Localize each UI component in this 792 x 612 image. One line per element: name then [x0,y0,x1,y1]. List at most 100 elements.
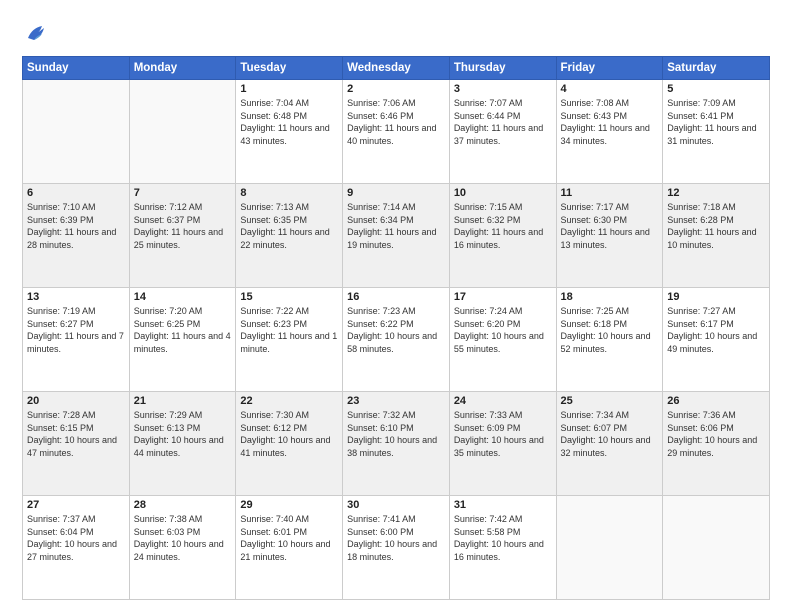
day-detail: Sunrise: 7:20 AM Sunset: 6:25 PM Dayligh… [134,305,232,355]
calendar-cell: 4 Sunrise: 7:08 AM Sunset: 6:43 PM Daylig… [556,80,663,184]
day-number: 19 [667,291,765,303]
day-detail: Sunrise: 7:17 AM Sunset: 6:30 PM Dayligh… [561,201,659,251]
day-number: 11 [561,187,659,199]
day-number: 22 [240,395,338,407]
calendar-cell: 2 Sunrise: 7:06 AM Sunset: 6:46 PM Daylig… [343,80,450,184]
calendar-cell: 10 Sunrise: 7:15 AM Sunset: 6:32 PM Dayli… [449,184,556,288]
day-detail: Sunrise: 7:19 AM Sunset: 6:27 PM Dayligh… [27,305,125,355]
weekday-header-thursday: Thursday [449,57,556,80]
logo-bird-icon [22,18,50,46]
day-number: 6 [27,187,125,199]
week-row-1: 1 Sunrise: 7:04 AM Sunset: 6:48 PM Daylig… [23,80,770,184]
calendar-cell: 31Sunrise: 7:42 AM Sunset: 5:58 PM Dayli… [449,496,556,600]
day-number: 17 [454,291,552,303]
calendar-cell: 27 Sunrise: 7:37 AM Sunset: 6:04 PM Dayli… [23,496,130,600]
calendar-cell: 29 Sunrise: 7:40 AM Sunset: 6:01 PM Dayli… [236,496,343,600]
day-detail: Sunrise: 7:08 AM Sunset: 6:43 PM Dayligh… [561,97,659,147]
weekday-header-wednesday: Wednesday [343,57,450,80]
day-number: 2 [347,83,445,95]
calendar-cell: 26 Sunrise: 7:36 AM Sunset: 6:06 PM Dayli… [663,392,770,496]
day-number: 3 [454,83,552,95]
day-detail: Sunrise: 7:25 AM Sunset: 6:18 PM Dayligh… [561,305,659,355]
day-detail: Sunrise: 7:34 AM Sunset: 6:07 PM Dayligh… [561,409,659,459]
calendar-table: SundayMondayTuesdayWednesdayThursdayFrid… [22,56,770,600]
day-number: 15 [240,291,338,303]
day-detail: Sunrise: 7:24 AM Sunset: 6:20 PM Dayligh… [454,305,552,355]
calendar-cell: 19 Sunrise: 7:27 AM Sunset: 6:17 PM Dayli… [663,288,770,392]
day-detail: Sunrise: 7:23 AM Sunset: 6:22 PM Dayligh… [347,305,445,355]
calendar-cell: 28Sunrise: 7:38 AM Sunset: 6:03 PM Dayli… [129,496,236,600]
week-row-4: 20Sunrise: 7:28 AM Sunset: 6:15 PM Dayli… [23,392,770,496]
day-detail: Sunrise: 7:04 AM Sunset: 6:48 PM Dayligh… [240,97,338,147]
day-detail: Sunrise: 7:38 AM Sunset: 6:03 PM Dayligh… [134,513,232,563]
calendar-cell: 3 Sunrise: 7:07 AM Sunset: 6:44 PM Daylig… [449,80,556,184]
day-number: 13 [27,291,125,303]
day-number: 4 [561,83,659,95]
day-number: 9 [347,187,445,199]
day-number: 23 [347,395,445,407]
calendar-cell [23,80,130,184]
week-row-5: 27 Sunrise: 7:37 AM Sunset: 6:04 PM Dayli… [23,496,770,600]
day-number: 29 [240,499,338,511]
day-number: 21 [134,395,232,407]
week-row-3: 13 Sunrise: 7:19 AM Sunset: 6:27 PM Dayli… [23,288,770,392]
day-detail: Sunrise: 7:41 AM Sunset: 6:00 PM Dayligh… [347,513,445,563]
day-detail: Sunrise: 7:10 AM Sunset: 6:39 PM Dayligh… [27,201,125,251]
day-detail: Sunrise: 7:37 AM Sunset: 6:04 PM Dayligh… [27,513,125,563]
calendar-cell: 23 Sunrise: 7:32 AM Sunset: 6:10 PM Dayli… [343,392,450,496]
day-number: 18 [561,291,659,303]
calendar-cell: 17 Sunrise: 7:24 AM Sunset: 6:20 PM Dayli… [449,288,556,392]
day-number: 1 [240,83,338,95]
calendar-cell [663,496,770,600]
day-detail: Sunrise: 7:32 AM Sunset: 6:10 PM Dayligh… [347,409,445,459]
day-detail: Sunrise: 7:18 AM Sunset: 6:28 PM Dayligh… [667,201,765,251]
calendar-cell: 1 Sunrise: 7:04 AM Sunset: 6:48 PM Daylig… [236,80,343,184]
day-detail: Sunrise: 7:12 AM Sunset: 6:37 PM Dayligh… [134,201,232,251]
day-detail: Sunrise: 7:29 AM Sunset: 6:13 PM Dayligh… [134,409,232,459]
day-detail: Sunrise: 7:22 AM Sunset: 6:23 PM Dayligh… [240,305,338,355]
weekday-header-tuesday: Tuesday [236,57,343,80]
day-number: 20 [27,395,125,407]
calendar-cell [129,80,236,184]
day-number: 24 [454,395,552,407]
calendar-cell: 12 Sunrise: 7:18 AM Sunset: 6:28 PM Dayli… [663,184,770,288]
day-number: 26 [667,395,765,407]
calendar-cell: 6 Sunrise: 7:10 AM Sunset: 6:39 PM Daylig… [23,184,130,288]
day-detail: Sunrise: 7:14 AM Sunset: 6:34 PM Dayligh… [347,201,445,251]
day-number: 30 [347,499,445,511]
weekday-header-saturday: Saturday [663,57,770,80]
day-number: 12 [667,187,765,199]
day-detail: Sunrise: 7:27 AM Sunset: 6:17 PM Dayligh… [667,305,765,355]
day-number: 27 [27,499,125,511]
calendar-cell: 25 Sunrise: 7:34 AM Sunset: 6:07 PM Dayli… [556,392,663,496]
weekday-header-sunday: Sunday [23,57,130,80]
day-number: 14 [134,291,232,303]
calendar-cell: 15 Sunrise: 7:22 AM Sunset: 6:23 PM Dayli… [236,288,343,392]
calendar-cell: 30 Sunrise: 7:41 AM Sunset: 6:00 PM Dayli… [343,496,450,600]
header [22,18,770,46]
weekday-header-row: SundayMondayTuesdayWednesdayThursdayFrid… [23,57,770,80]
calendar-cell: 24Sunrise: 7:33 AM Sunset: 6:09 PM Dayli… [449,392,556,496]
day-number: 7 [134,187,232,199]
calendar-cell: 9 Sunrise: 7:14 AM Sunset: 6:34 PM Daylig… [343,184,450,288]
day-detail: Sunrise: 7:15 AM Sunset: 6:32 PM Dayligh… [454,201,552,251]
day-detail: Sunrise: 7:07 AM Sunset: 6:44 PM Dayligh… [454,97,552,147]
day-detail: Sunrise: 7:13 AM Sunset: 6:35 PM Dayligh… [240,201,338,251]
day-number: 5 [667,83,765,95]
page: SundayMondayTuesdayWednesdayThursdayFrid… [0,0,792,612]
week-row-2: 6 Sunrise: 7:10 AM Sunset: 6:39 PM Daylig… [23,184,770,288]
calendar-cell: 20Sunrise: 7:28 AM Sunset: 6:15 PM Dayli… [23,392,130,496]
day-detail: Sunrise: 7:40 AM Sunset: 6:01 PM Dayligh… [240,513,338,563]
day-detail: Sunrise: 7:06 AM Sunset: 6:46 PM Dayligh… [347,97,445,147]
weekday-header-monday: Monday [129,57,236,80]
day-number: 25 [561,395,659,407]
day-number: 10 [454,187,552,199]
calendar-cell [556,496,663,600]
calendar-cell: 14 Sunrise: 7:20 AM Sunset: 6:25 PM Dayli… [129,288,236,392]
logo [22,18,54,46]
day-detail: Sunrise: 7:30 AM Sunset: 6:12 PM Dayligh… [240,409,338,459]
calendar-cell: 7 Sunrise: 7:12 AM Sunset: 6:37 PM Daylig… [129,184,236,288]
day-number: 31 [454,499,552,511]
calendar-cell: 8Sunrise: 7:13 AM Sunset: 6:35 PM Daylig… [236,184,343,288]
day-detail: Sunrise: 7:36 AM Sunset: 6:06 PM Dayligh… [667,409,765,459]
